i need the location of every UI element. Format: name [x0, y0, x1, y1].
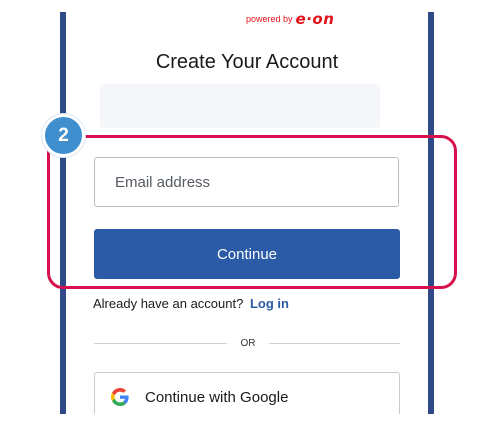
- divider-line-left: [94, 342, 227, 344]
- signup-page: powered by e·on Create Your Account Cont…: [0, 0, 500, 430]
- or-divider: OR: [94, 336, 400, 350]
- step-number-badge: 2: [42, 114, 85, 157]
- login-prompt-row: Already have an account? Log in: [93, 296, 289, 311]
- divider-label: OR: [240, 337, 256, 349]
- google-icon: [111, 388, 129, 406]
- login-link[interactable]: Log in: [250, 296, 289, 311]
- powered-by-header: powered by e·on: [246, 10, 334, 28]
- divider-line-right: [269, 342, 400, 344]
- google-button-label: Continue with Google: [145, 388, 289, 406]
- powered-by-text: powered by: [246, 14, 293, 24]
- blurred-area: [100, 84, 380, 128]
- bottom-cutoff: [60, 414, 434, 430]
- eon-logo: e·on: [295, 10, 335, 28]
- step-highlight-frame: [47, 135, 457, 289]
- page-title: Create Your Account: [155, 51, 339, 73]
- login-prompt-text: Already have an account?: [93, 296, 244, 311]
